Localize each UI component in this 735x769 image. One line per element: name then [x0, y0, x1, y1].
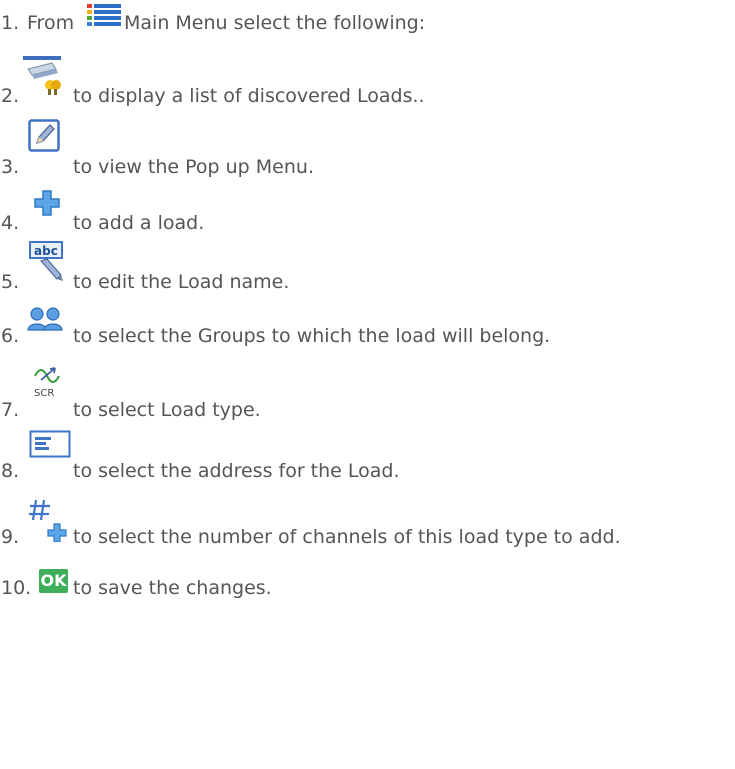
step-number: 6. — [1, 325, 20, 347]
step-text: to display a list of discovered Loads.. — [73, 85, 425, 107]
step-text: to select the number of channels of this… — [73, 526, 621, 548]
ok-label: OK — [40, 571, 67, 590]
step-5: 5. abc to edit the Load name. — [0, 241, 735, 293]
step-text: to select the Groups to which the load w… — [73, 325, 551, 347]
step-number: 7. — [1, 399, 20, 421]
step-text: to edit the Load name. — [73, 271, 290, 293]
step-9: 9. to select the number of channels of t… — [0, 496, 735, 548]
step-text: to add a load. — [73, 212, 205, 234]
edit-pencil-icon — [28, 118, 60, 157]
step-number: 2. — [1, 85, 20, 107]
step-prefix: From — [27, 12, 75, 34]
step-text: to select the address for the Load. — [73, 460, 400, 482]
add-plus-icon — [34, 190, 60, 221]
step-number: 1. — [1, 12, 20, 34]
step-number: 3. — [1, 156, 20, 178]
step-number: 5. — [1, 271, 20, 293]
abc-rename-icon: abc — [29, 241, 67, 290]
step-number: 4. — [1, 212, 20, 234]
address-field-icon — [29, 430, 71, 463]
step-4: 4. to add a load. — [0, 184, 735, 234]
step-7: 7. SCR to select Load type. — [0, 366, 735, 421]
loads-list-icon — [22, 55, 62, 102]
main-menu-icon — [87, 4, 121, 35]
step-3: 3. to view the Pop up Menu. — [0, 116, 735, 178]
step-text: to save the changes. — [73, 577, 272, 599]
scr-label: SCR — [34, 388, 55, 399]
step-text: to select Load type. — [73, 399, 261, 421]
step-text: Main Menu select the following: — [124, 12, 426, 34]
step-2: 2. to display a list of discovered Loads… — [0, 55, 735, 107]
step-8: 8. to select the address for the Load. — [0, 430, 735, 482]
step-number: 9. — [1, 526, 20, 548]
svg-text:abc: abc — [34, 244, 58, 258]
step-6: 6. to select the Groups to which the loa… — [0, 307, 735, 347]
step-number: 10. — [1, 577, 32, 599]
step-10: 10. OK to save the changes. — [0, 563, 735, 599]
channels-count-icon — [28, 496, 68, 547]
step-text: to view the Pop up Menu. — [73, 156, 314, 178]
groups-icon — [27, 307, 65, 336]
ok-button-icon: OK — [39, 569, 68, 593]
step-number: 8. — [1, 460, 20, 482]
step-1: 1. From Main Menu select the following: — [0, 0, 735, 60]
